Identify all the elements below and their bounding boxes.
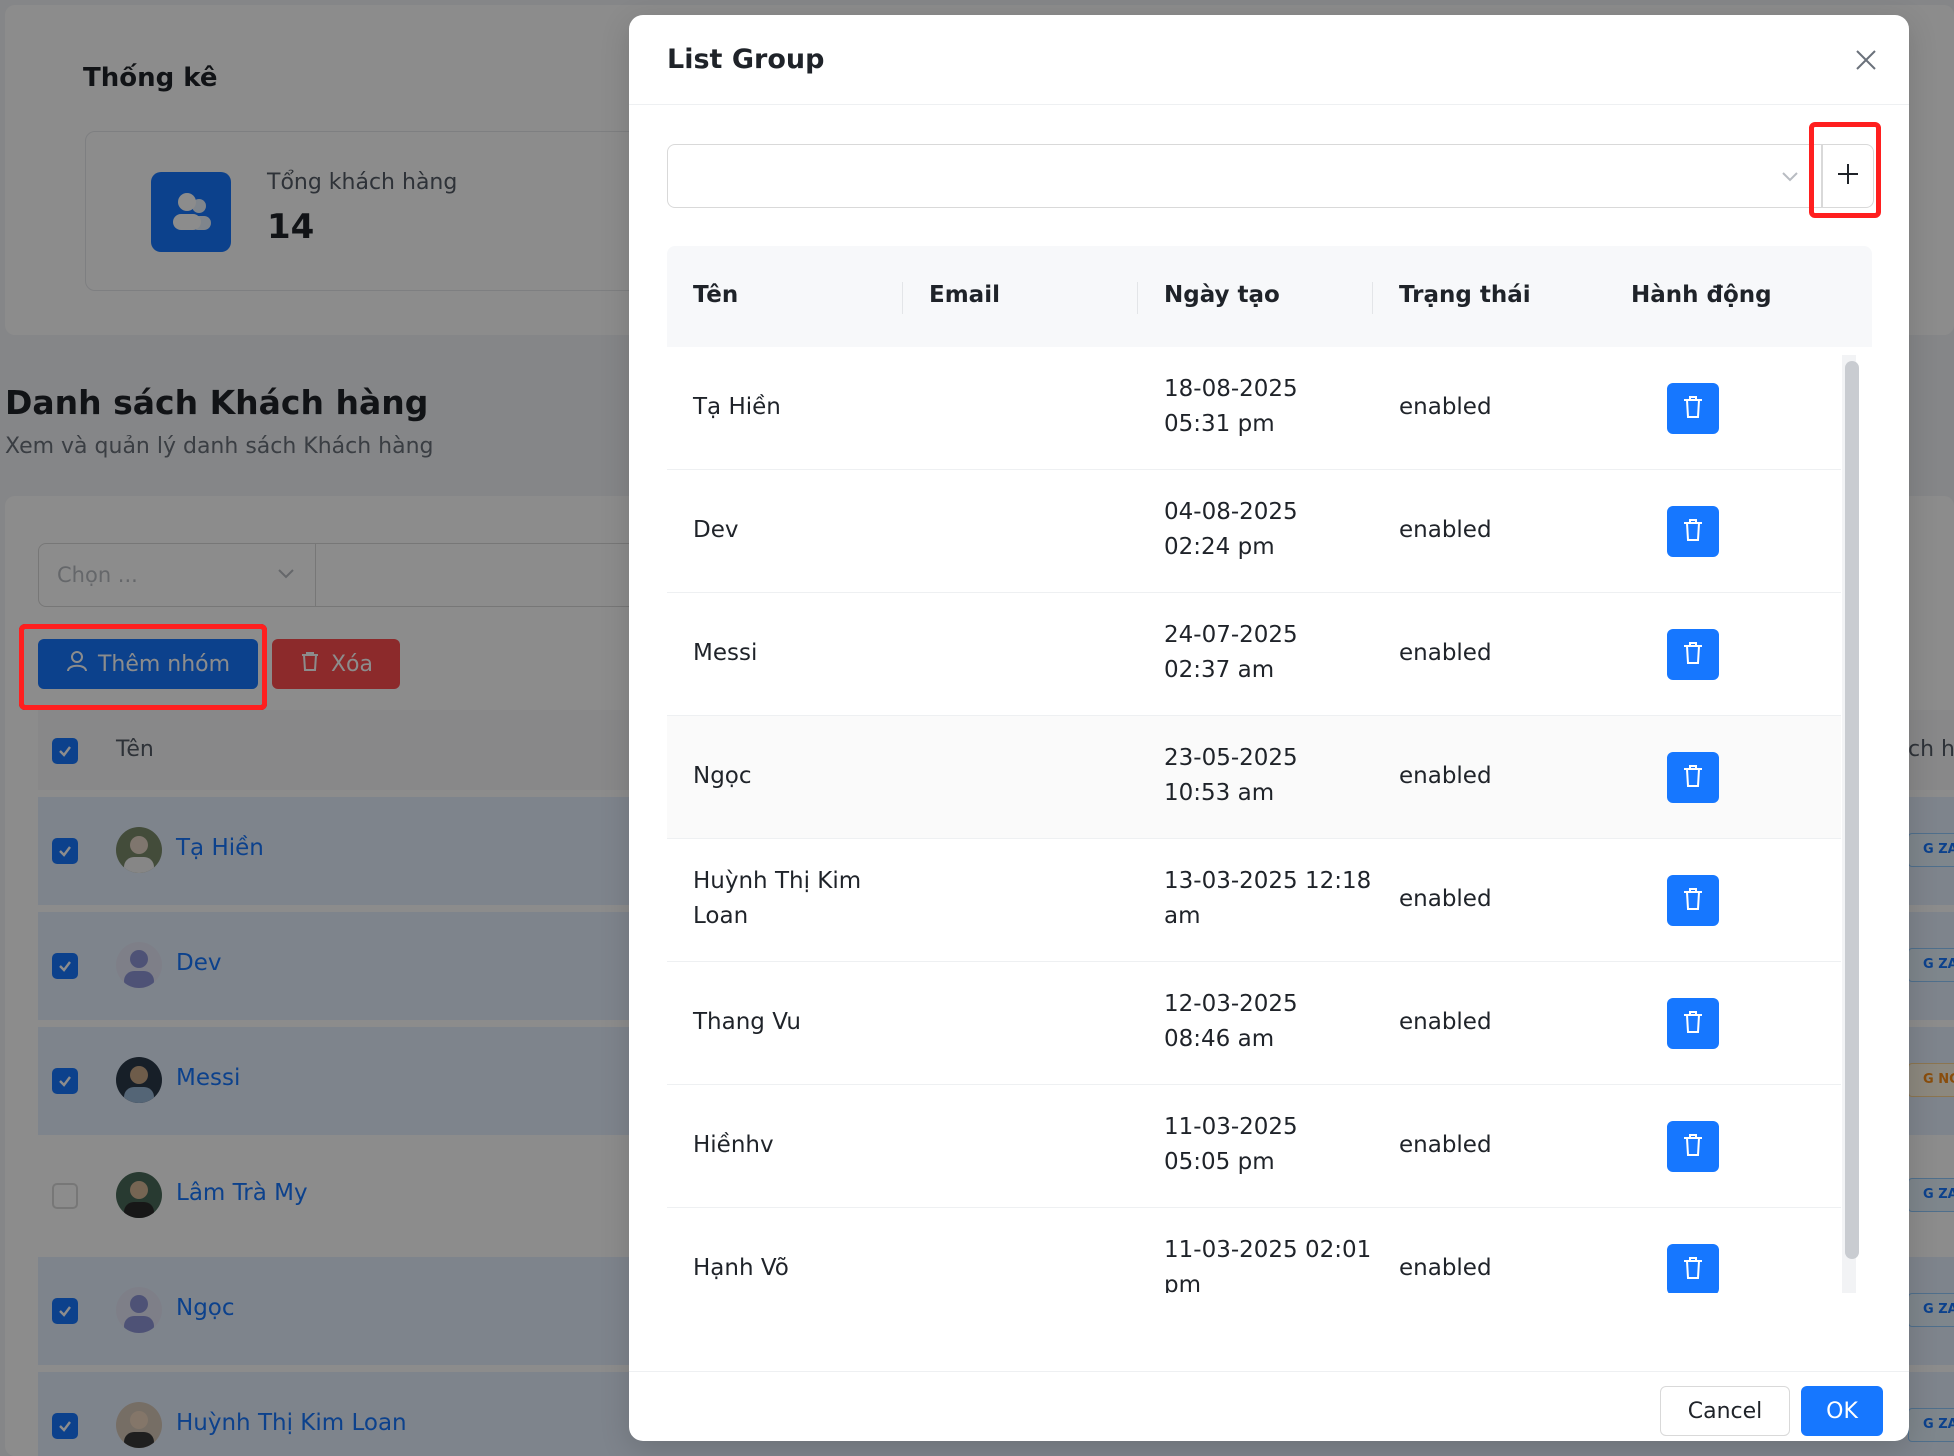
group-created-date: 24-07-2025 <box>1164 622 1298 648</box>
close-icon[interactable] <box>1847 41 1885 79</box>
column-divider <box>1137 282 1138 314</box>
cancel-button[interactable]: Cancel <box>1660 1386 1790 1436</box>
delete-group-button[interactable] <box>1667 998 1719 1049</box>
add-group-plus-button[interactable] <box>1822 144 1874 208</box>
group-row: Hạnh Võ 11-03-2025 02:01 pm enabled <box>667 1208 1841 1293</box>
group-row: Tạ Hiền 18-08-2025 05:31 pm enabled <box>667 347 1841 470</box>
group-select[interactable] <box>667 144 1822 208</box>
group-status: enabled <box>1399 394 1492 420</box>
trash-icon <box>1682 764 1704 792</box>
group-name: Dev <box>693 517 739 543</box>
chevron-down-icon <box>1779 165 1801 191</box>
trash-icon <box>1682 518 1704 546</box>
delete-group-button[interactable] <box>1667 383 1719 434</box>
group-name: Tạ Hiền <box>693 394 781 420</box>
plus-icon <box>1836 162 1860 190</box>
group-created-time: 02:37 am <box>1164 657 1275 683</box>
group-created-date: 11-03-2025 02:01 <box>1164 1237 1372 1263</box>
group-created: 13-03-2025 12:18 am <box>1164 864 1374 934</box>
group-created-time: 02:24 pm <box>1164 534 1275 560</box>
group-status: enabled <box>1399 886 1492 912</box>
trash-icon <box>1682 887 1704 915</box>
group-table-body: Tạ Hiền 18-08-2025 05:31 pm enabled Dev 0… <box>667 347 1872 1293</box>
delete-group-button[interactable] <box>1667 752 1719 803</box>
trash-icon <box>1682 1010 1704 1038</box>
group-created-date: 13-03-2025 12:18 <box>1164 868 1372 894</box>
delete-group-button[interactable] <box>1667 875 1719 926</box>
group-name: Hiềnhv <box>693 1132 774 1158</box>
group-status: enabled <box>1399 640 1492 666</box>
column-header-action: Hành động <box>1631 282 1772 308</box>
group-row: Huỳnh Thị Kim Loan 13-03-2025 12:18 am en… <box>667 839 1841 962</box>
group-created: 11-03-2025 05:05 pm <box>1164 1110 1374 1180</box>
group-row: Dev 04-08-2025 02:24 pm enabled <box>667 470 1841 593</box>
column-header-created: Ngày tạo <box>1164 282 1280 308</box>
list-group-modal: List Group Tên Email Ngày tạo Trạng thái… <box>629 15 1909 1441</box>
group-row: Messi 24-07-2025 02:37 am enabled <box>667 593 1841 716</box>
group-created: 04-08-2025 02:24 pm <box>1164 495 1374 565</box>
group-name: Ngọc <box>693 763 752 789</box>
modal-title: List Group <box>667 44 825 75</box>
group-created-time: 10:53 am <box>1164 780 1275 806</box>
group-created-time: am <box>1164 903 1201 929</box>
group-name: Hạnh Võ <box>693 1255 789 1281</box>
group-created-date: 18-08-2025 <box>1164 376 1298 402</box>
column-divider <box>902 282 903 314</box>
group-created-date: 11-03-2025 <box>1164 1114 1298 1140</box>
column-header-name: Tên <box>693 282 739 308</box>
trash-icon <box>1682 395 1704 423</box>
group-status: enabled <box>1399 1009 1492 1035</box>
delete-group-button[interactable] <box>1667 629 1719 680</box>
group-created-date: 04-08-2025 <box>1164 499 1298 525</box>
group-row: Hiềnhv 11-03-2025 05:05 pm enabled <box>667 1085 1841 1208</box>
group-created-time: 08:46 am <box>1164 1026 1275 1052</box>
group-created-time: 05:05 pm <box>1164 1149 1275 1175</box>
group-name: Huỳnh Thị Kim Loan <box>693 868 862 929</box>
group-created: 12-03-2025 08:46 am <box>1164 987 1374 1057</box>
group-created-time: 05:31 pm <box>1164 411 1275 437</box>
group-created-date: 23-05-2025 <box>1164 745 1298 771</box>
delete-group-button[interactable] <box>1667 506 1719 557</box>
scrollbar-thumb[interactable] <box>1845 361 1859 1259</box>
group-created: 11-03-2025 02:01 pm <box>1164 1233 1374 1293</box>
trash-icon <box>1682 641 1704 669</box>
group-table-header: Tên Email Ngày tạo Trạng thái Hành động <box>667 246 1872 347</box>
group-status: enabled <box>1399 1255 1492 1281</box>
delete-group-button[interactable] <box>1667 1121 1719 1172</box>
group-status: enabled <box>1399 517 1492 543</box>
group-name: Messi <box>693 640 758 666</box>
delete-group-button[interactable] <box>1667 1244 1719 1293</box>
ok-button[interactable]: OK <box>1801 1386 1883 1436</box>
column-header-email: Email <box>929 282 1000 308</box>
group-created: 24-07-2025 02:37 am <box>1164 618 1374 688</box>
group-created-time: pm <box>1164 1272 1202 1293</box>
column-divider <box>1372 282 1373 314</box>
group-status: enabled <box>1399 1132 1492 1158</box>
group-created: 18-08-2025 05:31 pm <box>1164 372 1374 442</box>
trash-icon <box>1682 1256 1704 1284</box>
modal-header: List Group <box>629 15 1909 105</box>
group-name: Thang Vu <box>693 1009 801 1035</box>
group-row: Ngọc 23-05-2025 10:53 am enabled <box>667 716 1841 839</box>
group-status: enabled <box>1399 763 1492 789</box>
trash-icon <box>1682 1133 1704 1161</box>
group-created-date: 12-03-2025 <box>1164 991 1298 1017</box>
column-header-status: Trạng thái <box>1399 282 1531 308</box>
group-row: Thang Vu 12-03-2025 08:46 am enabled <box>667 962 1841 1085</box>
group-created: 23-05-2025 10:53 am <box>1164 741 1374 811</box>
